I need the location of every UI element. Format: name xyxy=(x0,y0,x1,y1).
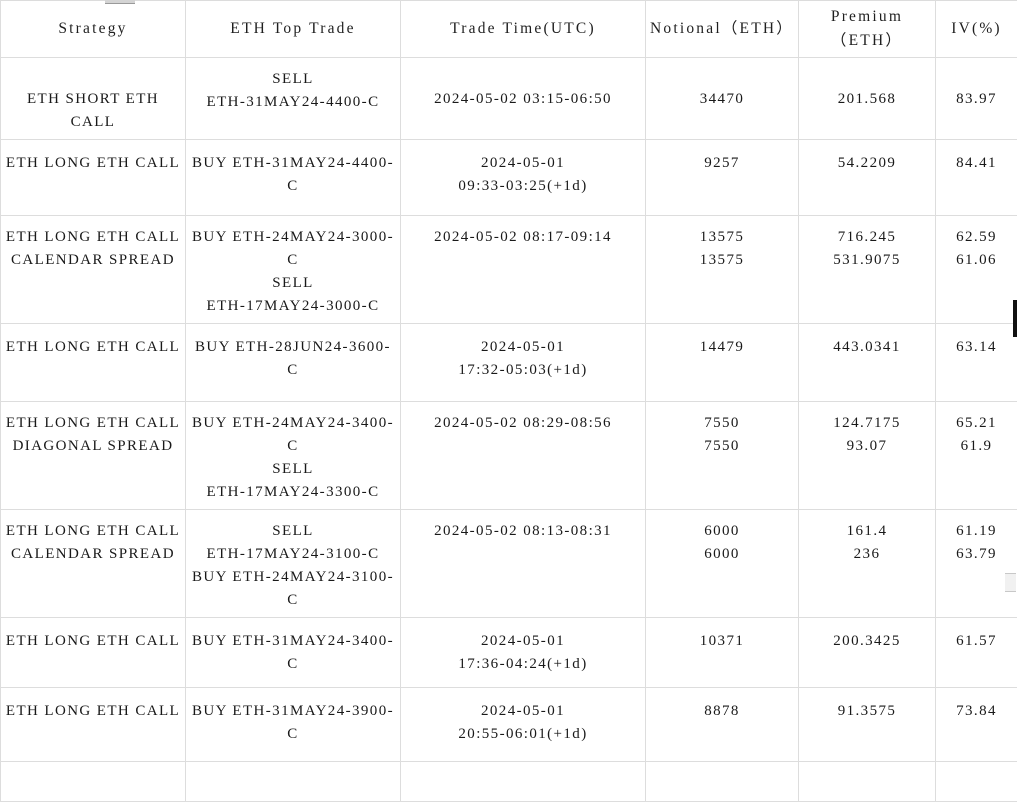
cell-strategy: ETH LONG ETH CALL xyxy=(1,139,186,215)
cell-strategy: ETH LONG ETH CALL DIAGONAL SPREAD xyxy=(1,401,186,509)
cell-trade-time: 2024-05-01 17:32-05:03(+1d) xyxy=(401,323,646,401)
cell-premium: 161.4 236 xyxy=(799,509,936,617)
cell-top-trade xyxy=(186,761,401,801)
cell-notional: 8878 xyxy=(646,687,799,761)
cell-premium: 124.7175 93.07 xyxy=(799,401,936,509)
table-row[interactable]: ETH LONG ETH CALL DIAGONAL SPREAD BUY ET… xyxy=(1,401,1017,509)
cell-iv: 63.14 xyxy=(936,323,1017,401)
document-root: Strategy ETH Top Trade Trade Time(UTC) N… xyxy=(0,0,1017,714)
table-row[interactable]: ETH LONG ETH CALL BUY ETH-31MAY24-3400-C… xyxy=(1,617,1017,687)
cell-trade-time xyxy=(401,761,646,801)
table-row-partial[interactable] xyxy=(1,761,1017,801)
column-header-notional[interactable]: Notional（ETH） xyxy=(646,1,799,58)
column-header-strategy[interactable]: Strategy xyxy=(1,1,186,58)
table-row[interactable]: ETH LONG ETH CALL BUY ETH-31MAY24-3900-C… xyxy=(1,687,1017,761)
table-row[interactable]: ETH LONG ETH CALL CALENDAR SPREAD BUY ET… xyxy=(1,215,1017,323)
cell-iv: 61.19 63.79 xyxy=(936,509,1017,617)
cell-trade-time: 2024-05-02 08:17-09:14 xyxy=(401,215,646,323)
cell-premium: 91.3575 xyxy=(799,687,936,761)
cell-notional: 13575 13575 xyxy=(646,215,799,323)
eth-top-trades-table: Strategy ETH Top Trade Trade Time(UTC) N… xyxy=(0,0,1017,802)
cell-notional: 34470 xyxy=(646,58,799,140)
scrollbar-track-marker[interactable] xyxy=(1005,573,1016,592)
cell-trade-time: 2024-05-02 08:13-08:31 xyxy=(401,509,646,617)
cell-iv: 73.84 xyxy=(936,687,1017,761)
cell-premium: 716.245 531.9075 xyxy=(799,215,936,323)
table-row[interactable]: ETH SHORT ETH CALL SELL ETH-31MAY24-4400… xyxy=(1,58,1017,140)
column-header-trade-time[interactable]: Trade Time(UTC) xyxy=(401,1,646,58)
cell-iv: 84.41 xyxy=(936,139,1017,215)
cell-iv xyxy=(936,761,1017,801)
cell-premium: 201.568 xyxy=(799,58,936,140)
cell-trade-time: 2024-05-01 09:33-03:25(+1d) xyxy=(401,139,646,215)
cell-top-trade: SELL ETH-31MAY24-4400-C xyxy=(186,58,401,140)
cell-top-trade: BUY ETH-24MAY24-3000-C SELL ETH-17MAY24-… xyxy=(186,215,401,323)
clipped-row-artifact xyxy=(105,0,135,4)
scrollbar-thumb[interactable] xyxy=(1013,300,1017,337)
cell-premium: 54.2209 xyxy=(799,139,936,215)
cell-trade-time: 2024-05-02 03:15-06:50 xyxy=(401,58,646,140)
cell-premium: 200.3425 xyxy=(799,617,936,687)
cell-top-trade: BUY ETH-24MAY24-3400-C SELL ETH-17MAY24-… xyxy=(186,401,401,509)
cell-notional xyxy=(646,761,799,801)
cell-notional: 9257 xyxy=(646,139,799,215)
table-row[interactable]: ETH LONG ETH CALL BUY ETH-31MAY24-4400-C… xyxy=(1,139,1017,215)
cell-iv: 65.21 61.9 xyxy=(936,401,1017,509)
cell-iv: 61.57 xyxy=(936,617,1017,687)
cell-strategy xyxy=(1,761,186,801)
column-header-iv[interactable]: IV(%) xyxy=(936,1,1017,58)
cell-strategy: ETH LONG ETH CALL xyxy=(1,323,186,401)
table-row[interactable]: ETH LONG ETH CALL CALENDAR SPREAD SELL E… xyxy=(1,509,1017,617)
cell-top-trade: BUY ETH-28JUN24-3600-C xyxy=(186,323,401,401)
cell-notional: 7550 7550 xyxy=(646,401,799,509)
cell-strategy: ETH LONG ETH CALL CALENDAR SPREAD xyxy=(1,509,186,617)
cell-strategy: ETH SHORT ETH CALL xyxy=(1,58,186,140)
cell-iv: 83.97 xyxy=(936,58,1017,140)
table-body: ETH SHORT ETH CALL SELL ETH-31MAY24-4400… xyxy=(1,58,1017,802)
cell-top-trade: BUY ETH-31MAY24-3900-C xyxy=(186,687,401,761)
cell-strategy: ETH LONG ETH CALL xyxy=(1,617,186,687)
cell-premium: 443.0341 xyxy=(799,323,936,401)
cell-premium xyxy=(799,761,936,801)
cell-strategy: ETH LONG ETH CALL CALENDAR SPREAD xyxy=(1,215,186,323)
column-header-top-trade[interactable]: ETH Top Trade xyxy=(186,1,401,58)
cell-trade-time: 2024-05-01 17:36-04:24(+1d) xyxy=(401,617,646,687)
cell-notional: 6000 6000 xyxy=(646,509,799,617)
table-header-row: Strategy ETH Top Trade Trade Time(UTC) N… xyxy=(1,1,1017,58)
column-header-premium[interactable]: Premium（ETH） xyxy=(799,1,936,58)
cell-notional: 14479 xyxy=(646,323,799,401)
cell-trade-time: 2024-05-02 08:29-08:56 xyxy=(401,401,646,509)
cell-top-trade: SELL ETH-17MAY24-3100-C BUY ETH-24MAY24-… xyxy=(186,509,401,617)
cell-top-trade: BUY ETH-31MAY24-4400-C xyxy=(186,139,401,215)
cell-strategy: ETH LONG ETH CALL xyxy=(1,687,186,761)
cell-notional: 10371 xyxy=(646,617,799,687)
cell-trade-time: 2024-05-01 20:55-06:01(+1d) xyxy=(401,687,646,761)
table-header: Strategy ETH Top Trade Trade Time(UTC) N… xyxy=(1,1,1017,58)
cell-iv: 62.59 61.06 xyxy=(936,215,1017,323)
cell-top-trade: BUY ETH-31MAY24-3400-C xyxy=(186,617,401,687)
table-row[interactable]: ETH LONG ETH CALL BUY ETH-28JUN24-3600-C… xyxy=(1,323,1017,401)
